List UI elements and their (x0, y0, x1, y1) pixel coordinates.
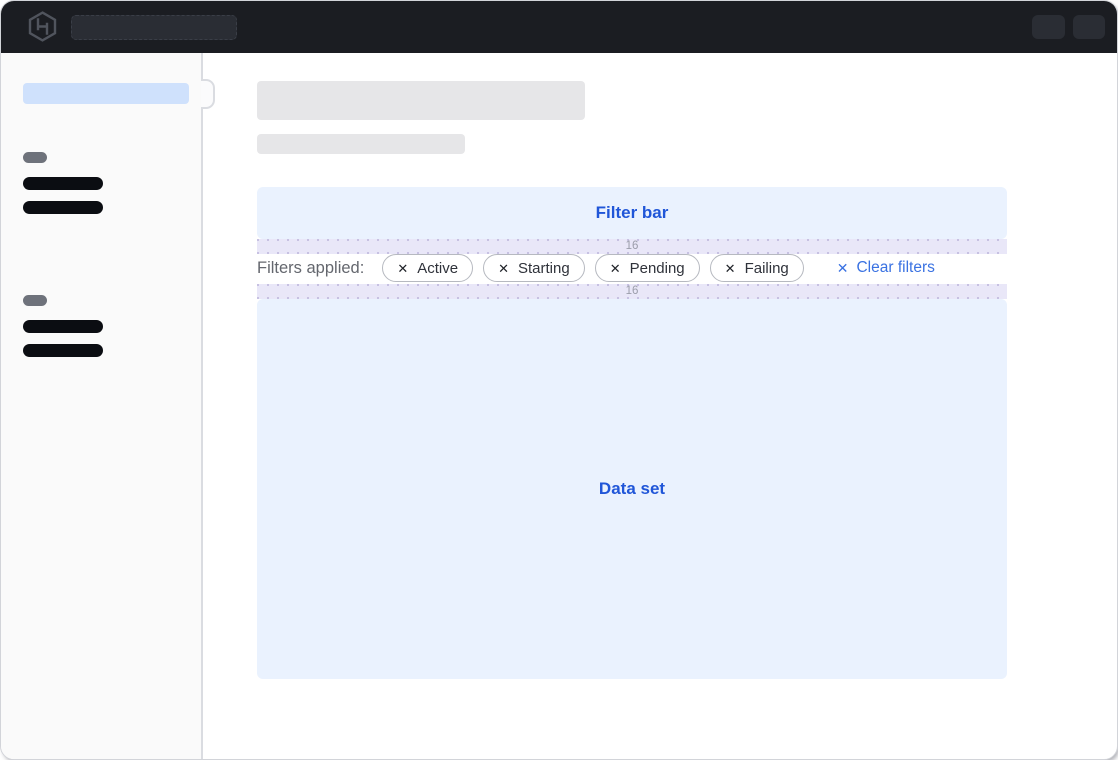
spacing-value: 16 (626, 241, 639, 253)
topbar-action-button-2[interactable] (1073, 15, 1105, 39)
page-title-placeholder (257, 81, 585, 120)
filter-chip-starting[interactable]: ✕ Starting (483, 254, 585, 282)
filter-bar-label: Filter bar (596, 203, 669, 223)
sidebar-toggle-handle[interactable] (201, 79, 215, 109)
filter-chip-pending[interactable]: ✕ Pending (595, 254, 700, 282)
close-icon: ✕ (837, 261, 849, 275)
sidebar-active-item-placeholder[interactable] (23, 83, 189, 104)
topbar-action-button-1[interactable] (1032, 15, 1065, 39)
close-icon[interactable]: ✕ (610, 262, 621, 275)
spacing-annotation: 16 (257, 284, 1007, 299)
sidebar (1, 53, 203, 759)
sidebar-section-label-placeholder (23, 152, 47, 163)
sidebar-nav-item-placeholder[interactable] (23, 201, 103, 214)
close-icon[interactable]: ✕ (725, 262, 736, 275)
close-icon[interactable]: ✕ (397, 262, 408, 275)
filter-chip-label: Active (417, 261, 458, 276)
data-set-region: Data set (257, 299, 1007, 679)
clear-filters-button[interactable]: ✕ Clear filters (837, 260, 935, 276)
top-navigation-bar (1, 1, 1117, 53)
close-icon[interactable]: ✕ (498, 262, 509, 275)
sidebar-nav-item-placeholder[interactable] (23, 320, 103, 333)
clear-filters-label: Clear filters (856, 260, 934, 276)
filter-chip-label: Failing (745, 261, 789, 276)
spacing-value: 16 (626, 286, 639, 298)
sidebar-nav-item-placeholder[interactable] (23, 344, 103, 357)
filter-chip-label: Starting (518, 261, 570, 276)
page-subtitle-placeholder (257, 134, 465, 154)
data-set-label: Data set (599, 479, 665, 499)
filter-chip-label: Pending (630, 261, 685, 276)
sidebar-nav-item-placeholder[interactable] (23, 177, 103, 190)
filter-bar-region: Filter bar (257, 187, 1007, 239)
filter-chip-active[interactable]: ✕ Active (382, 254, 473, 282)
applied-filters-row: Filters applied: ✕ Active ✕ Starting ✕ P… (257, 252, 1007, 284)
sidebar-section-label-placeholder (23, 295, 47, 306)
search-input-placeholder[interactable] (71, 15, 237, 40)
filters-applied-label: Filters applied: (257, 259, 364, 278)
app-window: Filter bar 16 Filters applied: ✕ Active … (0, 0, 1118, 760)
hashicorp-logo-icon (28, 11, 57, 42)
filter-chip-failing[interactable]: ✕ Failing (710, 254, 804, 282)
